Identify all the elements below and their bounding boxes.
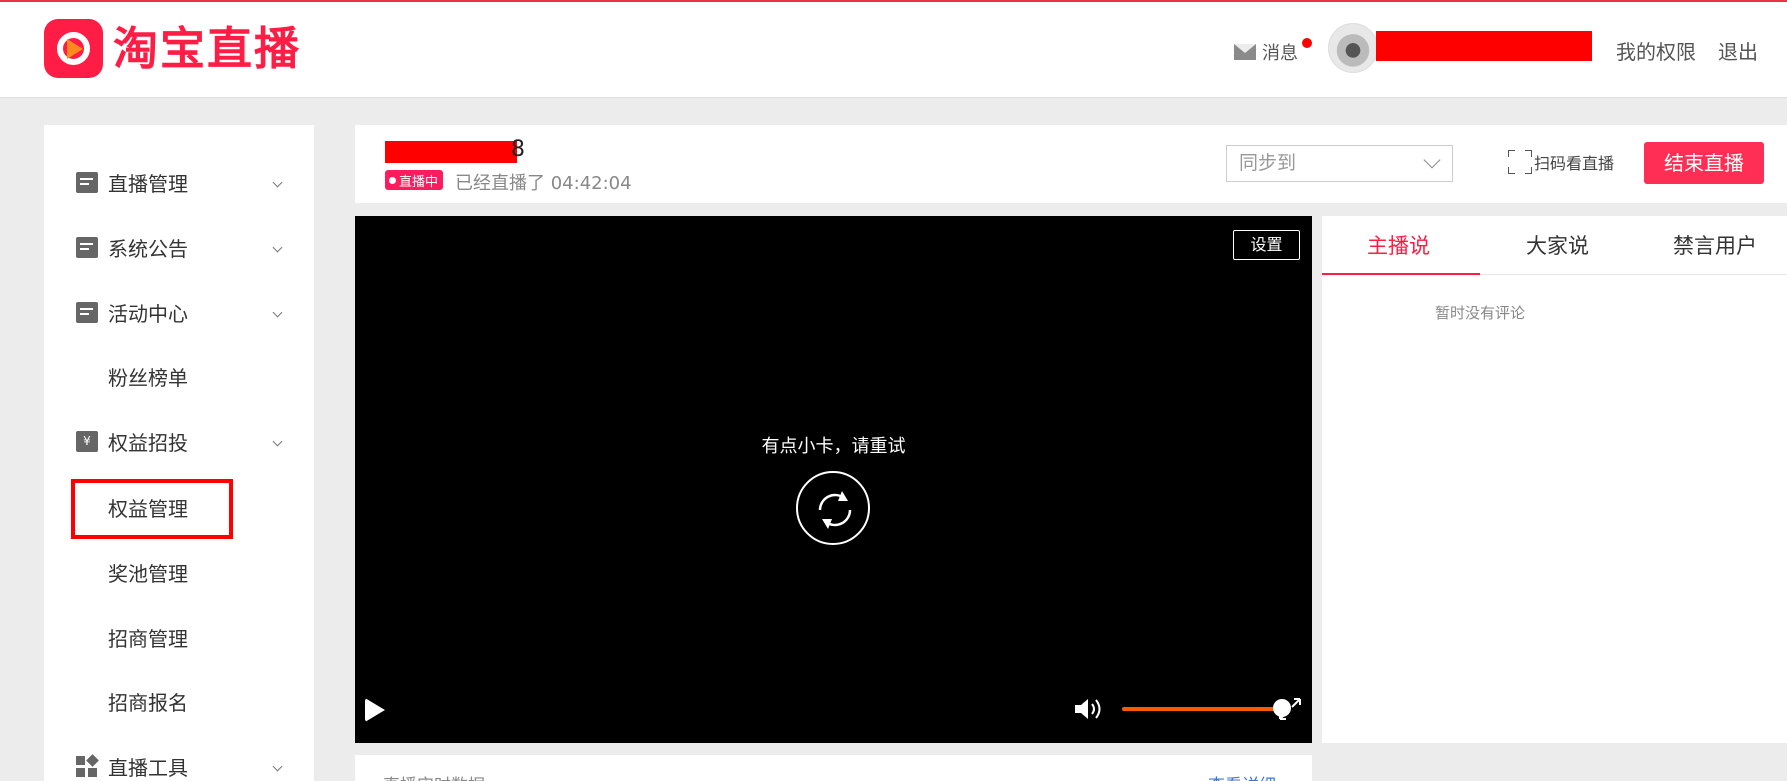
sidebar-item-merchant-management[interactable]: 招商管理 bbox=[44, 617, 314, 657]
envelope-icon bbox=[1234, 44, 1256, 60]
sidebar-item-merchant-signup[interactable]: 招商报名 bbox=[44, 681, 314, 721]
logout-link[interactable]: 退出 bbox=[1718, 36, 1758, 65]
sidebar-item-label: 粉丝榜单 bbox=[108, 365, 188, 390]
sidebar-item-announcements[interactable]: 系统公告 bbox=[44, 227, 314, 267]
tab-muted-users[interactable]: 禁言用户 bbox=[1673, 230, 1757, 260]
sidebar-item-activity-center[interactable]: 活动中心 bbox=[44, 292, 314, 332]
live-info-bar: 8 直播中 已经直播了 04:42:04 同步到 扫码看直播 结束直播 bbox=[355, 125, 1787, 203]
empty-comments-message: 暂时没有评论 bbox=[1434, 304, 1525, 322]
sidebar-item-fan-ranking[interactable]: 粉丝榜单 bbox=[44, 356, 314, 396]
top-header: 淘宝直播 消息 我的权限 退出 bbox=[0, 0, 1787, 98]
highlight-box bbox=[71, 479, 233, 539]
document-icon bbox=[76, 236, 98, 258]
grid-icon bbox=[76, 753, 99, 777]
tab-anchor-says[interactable]: 主播说 bbox=[1367, 230, 1430, 260]
sidebar-item-rights-bidding[interactable]: ¥ 权益招投 bbox=[44, 421, 314, 461]
sync-placeholder: 同步到 bbox=[1239, 152, 1297, 174]
scan-to-watch-button[interactable]: 扫码看直播 bbox=[1508, 150, 1614, 174]
view-details-link[interactable]: 查看详细 bbox=[1208, 771, 1276, 781]
avatar[interactable] bbox=[1328, 23, 1378, 73]
chevron-down-icon bbox=[272, 436, 283, 446]
comments-panel: 主播说 大家说 禁言用户 暂时没有评论 bbox=[1322, 216, 1787, 743]
sync-to-select[interactable]: 同步到 bbox=[1226, 145, 1453, 182]
live-status-badge: 直播中 bbox=[385, 170, 444, 190]
chevron-down-icon bbox=[272, 177, 283, 187]
chevron-down-icon bbox=[272, 307, 283, 317]
live-title: 8 bbox=[511, 137, 525, 162]
document-icon bbox=[76, 171, 98, 193]
yen-icon: ¥ bbox=[76, 430, 98, 452]
document-icon bbox=[76, 301, 98, 323]
sidebar-item-label: 奖池管理 bbox=[108, 561, 188, 586]
sidebar-item-label: 招商报名 bbox=[108, 690, 188, 715]
sidebar-item-live-tools[interactable]: 直播工具 bbox=[44, 746, 314, 781]
sidebar: 直播管理 系统公告 活动中心 粉丝榜单 ¥ 权益招投 权益管理 奖池管理 招商管… bbox=[44, 125, 314, 781]
tab-everyone-says[interactable]: 大家说 bbox=[1526, 230, 1589, 260]
sidebar-item-label: 招商管理 bbox=[108, 626, 188, 651]
player-settings-button[interactable]: 设置 bbox=[1233, 230, 1300, 260]
sidebar-item-label: 权益招投 bbox=[108, 430, 188, 455]
taobao-live-logo[interactable]: 淘宝直播 bbox=[44, 19, 301, 78]
video-player[interactable]: 设置 有点小卡，请重试 bbox=[355, 216, 1312, 743]
sidebar-item-prize-pool[interactable]: 奖池管理 bbox=[44, 552, 314, 592]
my-permissions-link[interactable]: 我的权限 bbox=[1616, 36, 1696, 65]
unread-dot bbox=[1302, 38, 1312, 48]
messages-label: 消息 bbox=[1262, 43, 1298, 64]
scan-label: 扫码看直播 bbox=[1534, 154, 1615, 173]
live-elapsed-time: 已经直播了 04:42:04 bbox=[455, 173, 632, 194]
redacted-live-title bbox=[385, 141, 517, 163]
live-stats-title: 直播实时数据 bbox=[383, 771, 485, 781]
fullscreen-icon[interactable] bbox=[1276, 695, 1304, 727]
sidebar-item-label: 直播工具 bbox=[108, 755, 188, 780]
messages-link[interactable]: 消息 bbox=[1234, 39, 1298, 65]
sidebar-item-label: 系统公告 bbox=[108, 236, 188, 261]
volume-slider-track[interactable] bbox=[1122, 707, 1282, 711]
sidebar-item-live-management[interactable]: 直播管理 bbox=[44, 162, 314, 202]
chevron-down-icon bbox=[272, 761, 283, 771]
qr-scan-icon bbox=[1508, 150, 1532, 174]
logo-icon bbox=[44, 19, 103, 78]
play-icon[interactable] bbox=[365, 698, 385, 722]
retry-icon[interactable] bbox=[796, 471, 870, 545]
active-tab-underline bbox=[1322, 273, 1480, 275]
end-live-button[interactable]: 结束直播 bbox=[1644, 142, 1764, 184]
live-stats-panel: 直播实时数据 查看详细 bbox=[355, 755, 1312, 781]
sidebar-item-label: 直播管理 bbox=[108, 171, 188, 196]
sidebar-item-label: 活动中心 bbox=[108, 301, 188, 326]
redacted-username bbox=[1376, 31, 1592, 61]
chevron-down-icon bbox=[272, 242, 283, 252]
volume-icon[interactable] bbox=[1073, 696, 1105, 726]
logo-text: 淘宝直播 bbox=[113, 22, 302, 75]
player-error-message: 有点小卡，请重试 bbox=[761, 436, 906, 457]
chevron-down-icon bbox=[1423, 151, 1441, 169]
